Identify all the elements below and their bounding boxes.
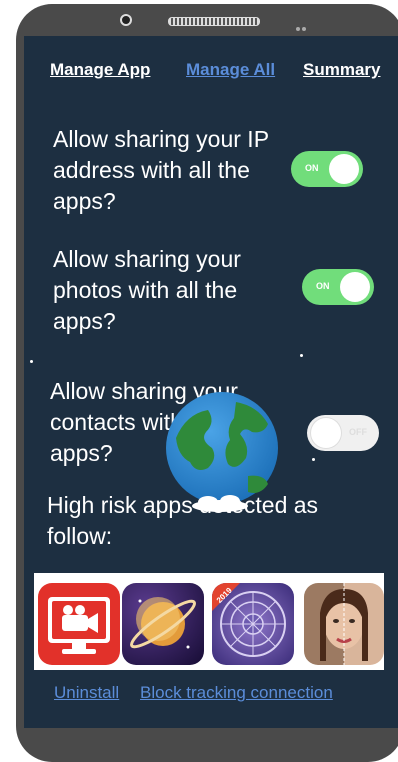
toggle-label: ON	[316, 281, 330, 291]
tab-summary[interactable]: Summary	[303, 60, 380, 80]
sparkle-decoration	[30, 360, 33, 363]
sensor-dots	[296, 18, 308, 31]
sparkle-decoration	[300, 354, 303, 357]
photos-sharing-toggle[interactable]: ON	[302, 269, 374, 305]
tab-manage-app[interactable]: Manage App	[50, 60, 150, 80]
ip-sharing-toggle[interactable]: ON	[291, 151, 363, 187]
speaker-grille	[168, 17, 260, 26]
toggle-knob	[329, 154, 359, 184]
block-tracking-link[interactable]: Block tracking connection	[140, 683, 333, 703]
toggle-label: OFF	[349, 427, 367, 437]
tab-bar: Manage App Manage All Summary	[50, 60, 398, 84]
video-camera-icon[interactable]	[38, 583, 120, 665]
phone-notch	[110, 10, 310, 32]
setting-ip-question: Allow sharing your IP address with all t…	[53, 126, 269, 214]
risk-apps-strip: 2019	[34, 573, 384, 670]
camera-icon	[120, 14, 132, 26]
face-portrait-icon[interactable]	[304, 583, 384, 665]
globe-icon	[156, 388, 288, 514]
toggle-label: ON	[305, 163, 319, 173]
zodiac-wheel-icon[interactable]: 2019	[212, 583, 294, 665]
setting-photos-question: Allow sharing your photos with all the a…	[53, 246, 241, 334]
uninstall-link[interactable]: Uninstall	[54, 683, 119, 703]
planet-icon[interactable]	[122, 583, 204, 665]
sparkle-decoration	[312, 458, 315, 461]
toggle-knob	[340, 272, 370, 302]
contacts-sharing-toggle[interactable]: OFF	[307, 415, 379, 451]
tab-manage-all[interactable]: Manage All	[186, 60, 275, 80]
toggle-knob	[311, 418, 341, 448]
